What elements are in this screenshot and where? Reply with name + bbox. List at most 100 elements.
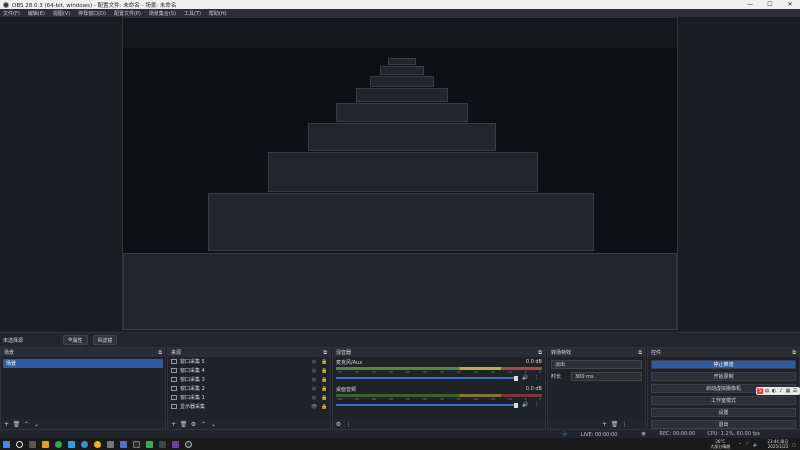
close-button[interactable]: ✕ xyxy=(780,0,800,9)
edge-browser-icon[interactable] xyxy=(81,440,88,448)
wechat-icon[interactable] xyxy=(146,440,153,448)
eye-icon[interactable]: ◎ xyxy=(311,368,317,374)
eye-icon[interactable]: 👁 xyxy=(311,404,317,410)
windows-start-icon[interactable] xyxy=(3,440,10,448)
chevron-up-icon[interactable]: ⌃ xyxy=(23,421,30,428)
minimize-button[interactable]: — xyxy=(740,0,760,9)
undock-icon[interactable]: ⧉ xyxy=(792,350,796,356)
add-source-button[interactable]: + xyxy=(170,421,177,428)
more-icon[interactable]: ⋮ xyxy=(345,421,352,428)
undock-icon[interactable]: ⧉ xyxy=(323,350,327,356)
menu-file[interactable]: 文件(F) xyxy=(3,10,20,17)
ime-toolbar[interactable]: S 中 ◐ ♪ ▦ ☰ xyxy=(756,387,800,395)
eye-icon[interactable]: ◎ xyxy=(311,377,317,383)
eye-icon[interactable]: ◎ xyxy=(311,386,317,392)
nested-obs-level-2 xyxy=(208,193,594,251)
menu-view[interactable]: 视图(V) xyxy=(53,10,70,17)
task-view-icon[interactable] xyxy=(29,440,36,448)
ime-mic-icon[interactable]: ♪ xyxy=(778,388,784,394)
ime-keyboard-icon[interactable]: ▦ xyxy=(785,388,791,394)
app-icon[interactable] xyxy=(172,440,179,448)
menu-profile[interactable]: 配置文件(P) xyxy=(114,10,141,17)
slider-handle[interactable] xyxy=(514,375,518,381)
chevron-down-icon[interactable]: ⌄ xyxy=(33,421,40,428)
network-icon[interactable]: ⌔ xyxy=(746,441,750,447)
undock-icon[interactable]: ⧉ xyxy=(538,350,542,356)
chevron-up-icon[interactable]: ⌃ xyxy=(738,442,741,447)
weather-widget[interactable]: 26°C 大部分晴朗 xyxy=(710,439,730,449)
ime-logo-icon[interactable]: S xyxy=(757,388,763,394)
menu-tools[interactable]: 工具(T) xyxy=(184,10,201,17)
chevron-up-icon[interactable]: ⌃ xyxy=(200,421,207,428)
add-scene-button[interactable]: + xyxy=(3,421,10,428)
app-icon[interactable] xyxy=(107,440,114,448)
menu-scene-collection[interactable]: 场景集合(S) xyxy=(149,10,176,17)
filters-button[interactable]: ▤ 滤镜 xyxy=(92,335,118,345)
preview-canvas[interactable] xyxy=(122,17,678,330)
preview-area[interactable] xyxy=(0,17,800,332)
source-row[interactable]: 窗口采集 5 ◎ 🔒 xyxy=(168,357,330,366)
studio-mode-button[interactable]: 工作室模式 xyxy=(651,396,796,405)
chrome-browser-icon[interactable] xyxy=(94,440,101,448)
duration-input[interactable]: 300 ms xyxy=(571,372,642,381)
trash-icon[interactable]: 🗑 xyxy=(13,421,21,428)
lock-icon[interactable]: 🔒 xyxy=(321,386,327,392)
source-row[interactable]: 窗口采集 4 ◎ 🔒 xyxy=(168,366,330,375)
more-icon[interactable]: ⋮ xyxy=(534,402,542,408)
more-icon[interactable]: ⋮ xyxy=(621,421,628,428)
menu-docks[interactable]: 停靠窗口(D) xyxy=(78,10,106,17)
lock-icon[interactable]: 🔒 xyxy=(321,359,327,365)
trash-icon[interactable]: 🗑 xyxy=(611,421,619,428)
window-icon xyxy=(171,377,177,382)
eye-icon[interactable]: ◎ xyxy=(311,395,317,401)
app-icon[interactable] xyxy=(159,440,166,448)
transition-select[interactable]: 淡出 xyxy=(551,360,642,369)
app-icon[interactable] xyxy=(133,440,140,448)
source-row[interactable]: 显示器采集 👁 🔒 xyxy=(168,402,330,411)
add-transition-button[interactable]: + xyxy=(601,421,608,428)
ime-skin-icon[interactable]: ☰ xyxy=(792,388,798,394)
lock-icon[interactable]: 🔒 xyxy=(321,377,327,383)
menu-edit[interactable]: 编辑(E) xyxy=(28,10,45,17)
maximize-button[interactable]: ☐ xyxy=(760,0,780,9)
volume-slider[interactable]: 🔊 ⋮ xyxy=(336,402,542,408)
notifications-icon[interactable]: ▢ xyxy=(792,442,796,447)
undock-icon[interactable]: ⧉ xyxy=(638,350,642,356)
undock-icon[interactable]: ⧉ xyxy=(158,350,162,356)
clock[interactable]: 23:44 周日 2025/1/23 xyxy=(767,439,788,449)
speaker-icon[interactable]: 🔊 xyxy=(522,402,530,408)
lock-icon[interactable]: 🔒 xyxy=(321,395,327,401)
scene-item[interactable]: 场景 xyxy=(3,359,163,368)
file-explorer-icon[interactable] xyxy=(42,440,49,448)
volume-slider[interactable]: 🔊 ⋮ xyxy=(336,375,542,381)
status-bar: ⦿ LIVE: 00:00:00 ● REC: 00:00:00 CPU: 1.… xyxy=(0,430,800,438)
ime-punct-icon[interactable]: ◐ xyxy=(771,388,777,394)
more-icon[interactable]: ⋮ xyxy=(534,375,542,381)
ime-lang-icon[interactable]: 中 xyxy=(764,388,770,395)
stop-streaming-button[interactable]: 停止推流 xyxy=(651,360,796,369)
settings-button[interactable]: 设置 xyxy=(651,408,796,417)
gear-icon[interactable]: ⚙ xyxy=(190,421,197,428)
trash-icon[interactable]: 🗑 xyxy=(180,421,188,428)
source-row[interactable]: 窗口采集 1 ◎ 🔒 xyxy=(168,393,330,402)
volume-icon[interactable]: 🔈 xyxy=(753,442,758,447)
chat-app-icon[interactable] xyxy=(55,440,62,448)
exit-button[interactable]: 退出 xyxy=(651,420,796,429)
properties-button[interactable]: ⚙ 属性 xyxy=(63,335,88,345)
menu-help[interactable]: 帮助(H) xyxy=(209,10,227,17)
source-row[interactable]: 窗口采集 2 ◎ 🔒 xyxy=(168,384,330,393)
app-icon[interactable] xyxy=(68,440,75,448)
obs-taskbar-icon[interactable] xyxy=(185,440,192,448)
vscode-icon[interactable] xyxy=(120,440,127,448)
lock-icon[interactable]: 🔒 xyxy=(321,404,327,410)
gear-icon[interactable]: ⚙ xyxy=(335,421,342,428)
controls-dock-title: 控件 ⧉ xyxy=(648,348,799,357)
eye-icon[interactable]: ◎ xyxy=(311,359,317,365)
source-row[interactable]: 窗口采集 3 ◎ 🔒 xyxy=(168,375,330,384)
chevron-down-icon[interactable]: ⌄ xyxy=(210,421,217,428)
speaker-icon[interactable]: 🔊 xyxy=(522,375,530,381)
lock-icon[interactable]: 🔒 xyxy=(321,368,327,374)
slider-handle[interactable] xyxy=(514,402,518,408)
search-icon[interactable] xyxy=(16,440,23,448)
start-recording-button[interactable]: 开始录制 xyxy=(651,372,796,381)
